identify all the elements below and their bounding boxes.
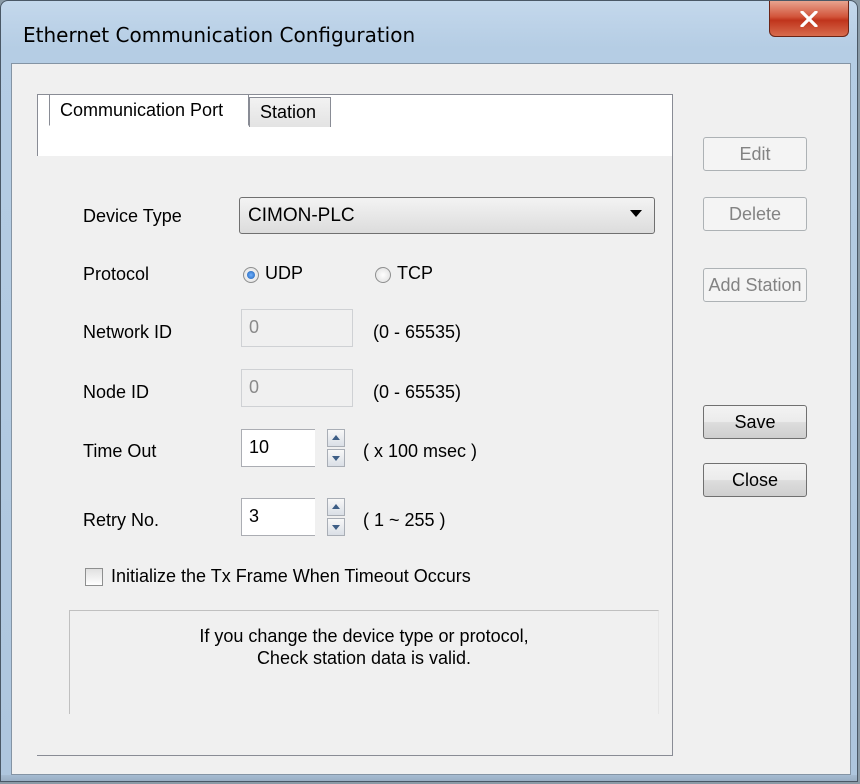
device-type-select[interactable]: CIMON-PLC — [239, 197, 655, 234]
init-tx-frame-checkbox[interactable] — [85, 568, 103, 586]
notice-box: If you change the device type or protoco… — [69, 610, 659, 714]
init-tx-frame-label[interactable]: Initialize the Tx Frame When Timeout Occ… — [111, 566, 471, 587]
edit-button[interactable]: Edit — [703, 137, 807, 171]
time-out-spinner[interactable] — [327, 429, 345, 467]
arrow-down-icon[interactable] — [327, 518, 345, 536]
network-id-label: Network ID — [83, 322, 173, 342]
window-frame-bottom — [1, 775, 857, 781]
dialog-window: Ethernet Communication Configuration Com… — [0, 0, 858, 782]
retry-no-label: Retry No. — [83, 510, 160, 530]
arrow-up-icon[interactable] — [327, 498, 345, 516]
tab-station[interactable]: Station — [249, 97, 331, 127]
protocol-udp-radio[interactable] — [243, 267, 259, 283]
close-x-icon — [800, 10, 818, 27]
window-title: Ethernet Communication Configuration — [23, 23, 416, 47]
notice-line-1: If you change the device type or protoco… — [199, 626, 529, 646]
window-close-button[interactable] — [769, 1, 849, 37]
node-id-label: Node ID — [83, 382, 150, 402]
retry-no-range: ( 1 ~ 255 ) — [363, 510, 446, 530]
save-button[interactable]: Save — [703, 405, 807, 439]
network-id-range: (0 - 65535) — [373, 322, 462, 342]
device-type-value: CIMON-PLC — [248, 204, 355, 226]
node-id-field: 0 — [241, 369, 353, 407]
delete-button[interactable]: Delete — [703, 197, 807, 231]
time-out-label: Time Out — [83, 441, 157, 461]
tab-label: Communication Port — [60, 99, 224, 120]
retry-no-spinner[interactable] — [327, 498, 345, 536]
network-id-field: 0 — [241, 309, 353, 347]
protocol-tcp-label[interactable]: TCP — [397, 263, 433, 284]
time-out-unit: ( x 100 msec ) — [363, 441, 478, 461]
tab-label: Station — [260, 102, 317, 122]
protocol-tcp-radio[interactable] — [375, 267, 391, 283]
retry-no-input[interactable]: 3 — [241, 498, 315, 536]
node-id-range: (0 - 65535) — [373, 382, 462, 402]
protocol-udp-label[interactable]: UDP — [265, 263, 303, 284]
time-out-input[interactable]: 10 — [241, 429, 315, 467]
device-type-label: Device Type — [83, 206, 182, 226]
chevron-down-icon — [630, 210, 642, 217]
notice-line-2: Check station data is valid. — [256, 648, 472, 668]
arrow-up-icon[interactable] — [327, 429, 345, 447]
close-button[interactable]: Close — [703, 463, 807, 497]
protocol-label: Protocol — [83, 264, 150, 284]
tab-communication-port[interactable]: Communication Port — [49, 94, 249, 126]
add-station-button[interactable]: Add Station — [703, 268, 807, 302]
arrow-down-icon[interactable] — [327, 449, 345, 467]
